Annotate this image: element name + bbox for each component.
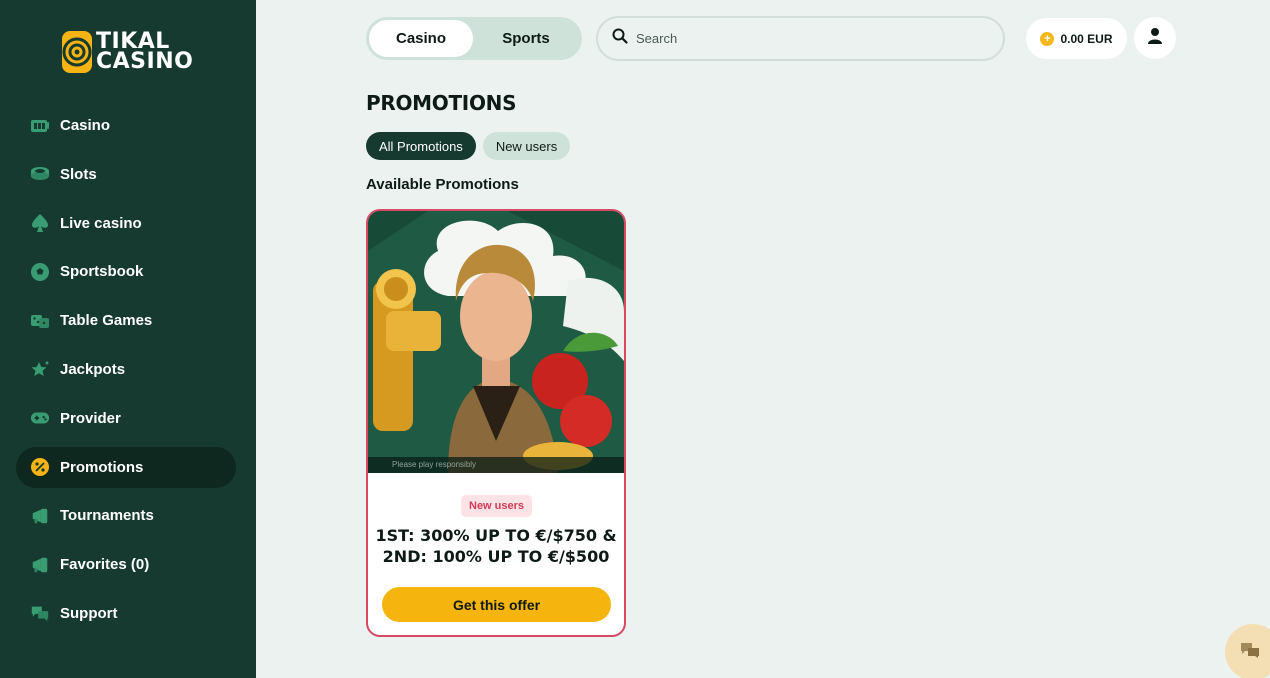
sidebar-item-label: Live casino — [60, 214, 142, 232]
promo-offer-text: 1ST: 300% UP TO €/$750 & 2ND: 100% UP TO… — [368, 525, 624, 567]
sidebar-item-slots[interactable]: Slots — [16, 154, 236, 195]
slots-icon — [30, 164, 50, 184]
sidebar-item-label: Slots — [60, 165, 97, 183]
user-icon — [1147, 27, 1163, 50]
sidebar-item-label: Table Games — [60, 312, 153, 330]
page-title: PROMOTIONS — [366, 91, 517, 115]
search-icon — [612, 28, 628, 49]
balance-amount: 0.00 EUR — [1060, 31, 1113, 46]
favorites-icon — [30, 555, 50, 575]
sidebar-item-sportsbook[interactable]: Sportsbook — [16, 251, 236, 292]
promo-image: Please play responsibly — [368, 211, 624, 473]
casino-sports-toggle: Casino Sports — [366, 17, 582, 60]
user-account-button[interactable] — [1134, 17, 1176, 59]
coin-icon: + — [1040, 31, 1055, 46]
sidebar-item-jackpots[interactable]: Jackpots — [16, 349, 236, 390]
responsible-gaming-caption: Please play responsibly — [368, 457, 624, 473]
search-bar[interactable] — [596, 16, 1005, 61]
star-icon — [30, 359, 50, 379]
sidebar-item-label: Jackpots — [60, 360, 126, 378]
sidebar-item-label: Provider — [60, 409, 121, 427]
sidebar-item-tournaments[interactable]: Tournaments — [16, 495, 236, 536]
sidebar-item-live-casino[interactable]: Live casino — [16, 203, 236, 244]
tab-sports[interactable]: Sports — [473, 20, 579, 57]
tab-casino[interactable]: Casino — [369, 20, 473, 57]
sidebar-item-provider[interactable]: Provider — [16, 398, 236, 439]
sidebar-item-label: Favorites (0) — [60, 556, 150, 574]
sidebar-item-support[interactable]: Support — [16, 593, 236, 634]
sidebar-item-label: Promotions — [60, 458, 144, 476]
sidebar-item-label: Casino — [60, 117, 111, 134]
chat-icon — [30, 603, 50, 623]
balance-button[interactable]: + 0.00 EUR — [1026, 18, 1127, 59]
search-input[interactable] — [636, 31, 976, 46]
live-chat-button[interactable] — [1225, 624, 1270, 678]
filter-all-promotions[interactable]: All Promotions — [366, 132, 476, 160]
sidebar-item-table-games[interactable]: Table Games — [16, 300, 236, 341]
new-users-badge: New users — [461, 495, 533, 517]
section-title: Available Promotions — [366, 176, 519, 193]
sidebar-nav: Casino Slots Live casino Sportsbook Tabl… — [16, 105, 236, 642]
sidebar-item-label: Sportsbook — [60, 263, 144, 281]
sidebar-item-promotions[interactable]: Promotions — [16, 446, 236, 488]
gamepad-icon — [30, 408, 50, 428]
dice-icon — [30, 311, 50, 331]
promotion-filters: All Promotions New users — [366, 132, 571, 160]
percent-icon — [30, 457, 50, 477]
megaphone-icon — [30, 506, 50, 526]
sidebar-item-casino[interactable]: Casino — [16, 105, 236, 146]
get-offer-button[interactable]: Get this offer — [382, 587, 611, 622]
logo-mark-icon — [62, 31, 92, 73]
sidebar-item-label: Tournaments — [60, 507, 154, 525]
logo-text: TIKAL CASINO — [96, 29, 194, 74]
sidebar-item-label: Support — [60, 604, 118, 622]
tikal-casino-logo[interactable]: TIKAL CASINO — [62, 28, 194, 76]
filter-new-users[interactable]: New users — [482, 132, 571, 160]
promo-card[interactable]: Please play responsibly New users 1ST: 3… — [366, 209, 626, 637]
promo-offer-line-2: 2ND: 100% UP TO €/$500 — [382, 547, 610, 566]
sidebar: TIKAL CASINO Casino Slots Live casino Sp… — [0, 0, 256, 678]
sidebar-item-favorites[interactable]: Favorites (0) — [16, 544, 236, 585]
chat-bubble-icon — [1239, 641, 1261, 664]
soccer-ball-icon — [30, 262, 50, 282]
promo-offer-line-1: 1ST: 300% UP TO €/$750 & — [375, 526, 617, 545]
spade-icon — [30, 213, 50, 233]
casino-icon — [30, 116, 50, 136]
